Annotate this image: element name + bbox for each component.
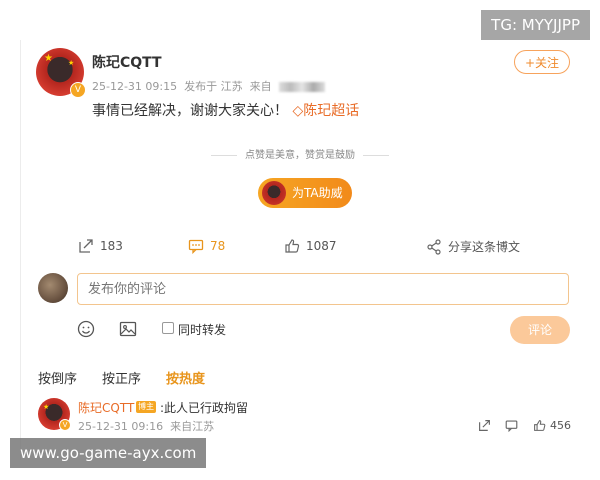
comment-repost-button[interactable] (478, 419, 491, 432)
thumbs-up-icon (534, 420, 546, 431)
repost-checkbox[interactable] (162, 322, 174, 334)
cheer-button[interactable]: 为TA助威 (258, 178, 352, 208)
follow-button[interactable]: +关注 (514, 50, 570, 74)
post-location: 发布于 江苏 (184, 80, 243, 93)
watermark-tg: TG: MYYJJPP (481, 10, 590, 40)
star-icon: ★ (44, 53, 53, 64)
share-icon (427, 238, 441, 255)
comment-text: :此人已行政拘留 (160, 401, 249, 415)
reward-divider: 点赞是美意，赞赏是鼓励 (0, 146, 600, 161)
commenter-avatar[interactable]: ★ V (38, 398, 71, 431)
post-meta: 25-12-31 09:15 发布于 江苏 来自 (92, 78, 326, 94)
emoji-icon[interactable] (77, 320, 95, 338)
thumbs-up-icon (285, 239, 300, 253)
comment-like-count: 456 (550, 419, 571, 432)
post-time: 25-12-31 09:15 (92, 80, 178, 93)
like-count: 1087 (306, 239, 337, 253)
blogger-badge: 博主 (136, 401, 156, 413)
diamond-icon: ◇ (292, 103, 304, 119)
comment-count: 78 (210, 239, 226, 253)
cheer-avatar (262, 181, 286, 205)
star-icon: ★ (68, 59, 75, 67)
sort-desc-tab[interactable]: 按倒序 (38, 368, 77, 387)
sort-asc-tab[interactable]: 按正序 (102, 368, 141, 387)
cheer-label: 为TA助威 (292, 186, 343, 200)
verified-badge-icon: V (59, 419, 71, 431)
share-button[interactable]: 分享这条博文 (426, 238, 520, 255)
sort-hot-tab[interactable]: 按热度 (166, 368, 205, 387)
post-text: 事情已经解决，谢谢大家关心！ ◇陈玘超话 (92, 100, 359, 120)
post-source-prefix: 来自 (249, 80, 272, 93)
star-icon: ★ (43, 403, 50, 411)
comment-like-button[interactable]: 456 (533, 419, 571, 432)
submit-comment-button[interactable]: 评论 (510, 316, 570, 344)
topic-label: 陈玘超话 (303, 103, 360, 119)
comment-input[interactable] (77, 273, 569, 305)
comment-meta: 25-12-31 09:16 来自江苏 (78, 418, 214, 434)
blurred-source (279, 82, 326, 92)
comment-reply-button[interactable] (505, 419, 518, 432)
repost-count: 183 (100, 239, 123, 253)
comment-location: 来自江苏 (170, 420, 215, 433)
topic-link[interactable]: ◇陈玘超话 (292, 103, 359, 119)
author-name[interactable]: 陈玘CQTT (92, 52, 162, 72)
comment-button[interactable]: 78 (188, 238, 225, 254)
like-button[interactable]: 1087 (284, 238, 337, 254)
commenter-name[interactable]: 陈玘CQTT (78, 399, 134, 416)
share-label: 分享这条博文 (448, 240, 521, 254)
verified-badge-icon: V (70, 82, 86, 98)
image-icon[interactable] (119, 320, 137, 338)
repost-button[interactable]: 183 (78, 238, 123, 254)
repost-icon (479, 420, 490, 431)
author-avatar[interactable]: ★ ★ V (36, 48, 86, 98)
repost-checkbox-label: 同时转发 (178, 323, 227, 337)
comment-icon (505, 420, 518, 432)
comment-icon (188, 239, 204, 254)
watermark-url: www.go-game-ayx.com (10, 438, 207, 468)
comment-time: 25-12-31 09:16 (78, 420, 164, 433)
reward-divider-label: 点赞是美意，赞赏是鼓励 (245, 150, 355, 161)
user-avatar[interactable] (38, 273, 68, 303)
post-body: 事情已经解决，谢谢大家关心！ (92, 103, 288, 119)
repost-icon (79, 239, 93, 253)
